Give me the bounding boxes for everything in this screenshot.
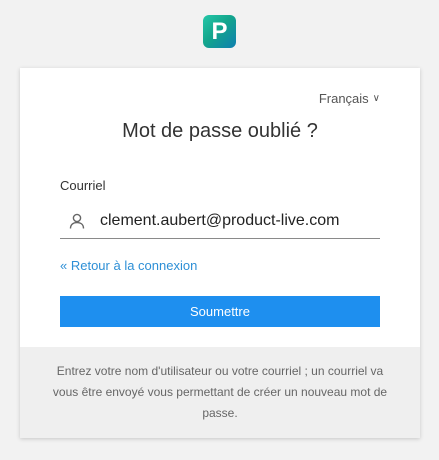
chevron-down-icon: ∨ bbox=[372, 93, 380, 104]
page-title: Mot de passe oublié ? bbox=[122, 120, 318, 142]
logo-letter: P bbox=[211, 17, 228, 45]
email-field[interactable] bbox=[60, 204, 380, 239]
email-label: Courriel bbox=[60, 178, 106, 193]
email-input[interactable] bbox=[100, 212, 370, 230]
back-to-login-link[interactable]: « Retour à la connexion bbox=[60, 258, 197, 273]
language-label: Français bbox=[318, 91, 369, 106]
app-logo: P bbox=[203, 15, 236, 48]
user-icon bbox=[69, 213, 85, 229]
help-footer: Entrez votre nom d'utilisateur ou votre … bbox=[20, 347, 420, 438]
help-text: Entrez votre nom d'utilisateur ou votre … bbox=[52, 364, 388, 420]
language-selector[interactable]: Français ∨ bbox=[319, 91, 380, 106]
submit-button[interactable]: Soumettre bbox=[60, 296, 380, 327]
forgot-password-card: Français ∨ Mot de passe oublié ? Courrie… bbox=[20, 68, 420, 438]
